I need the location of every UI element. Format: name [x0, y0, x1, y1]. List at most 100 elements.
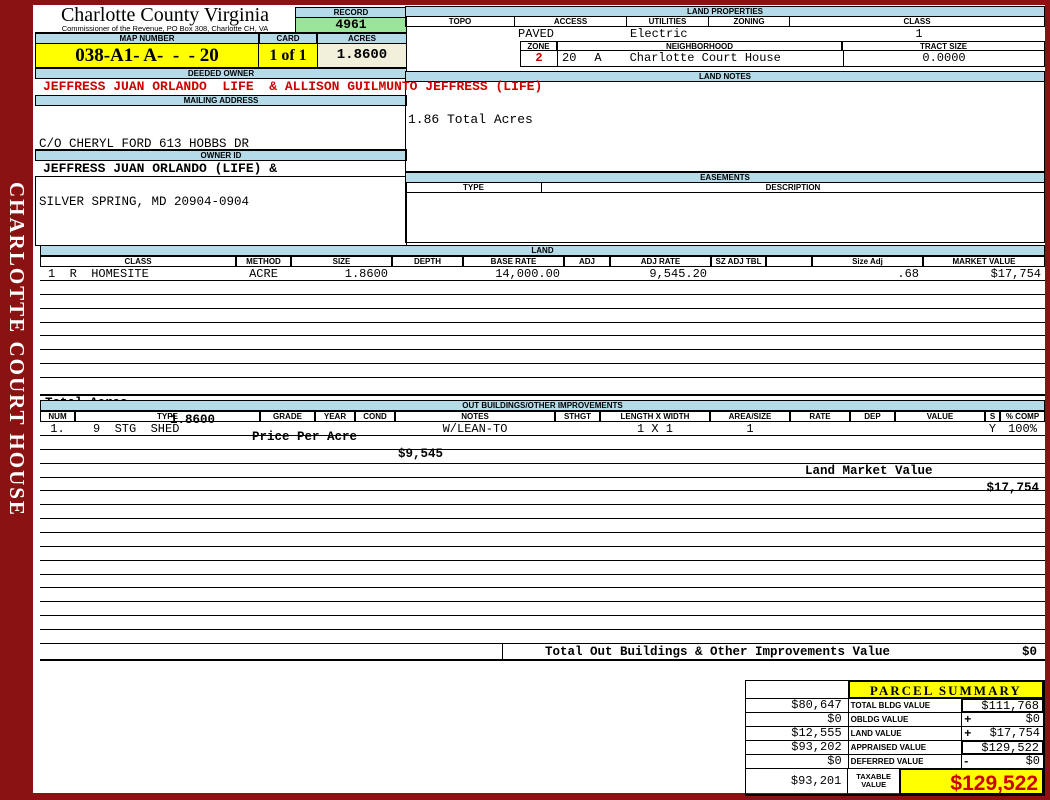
ps-value: $129,522	[961, 740, 1044, 755]
access-header: ACCESS	[515, 17, 627, 27]
ps-label: DEFERRED VALUE	[847, 754, 963, 769]
empty-table-row	[40, 491, 1045, 506]
neighborhood-name: Charlotte Court House	[629, 51, 781, 65]
ob-total-label: Total Out Buildings & Other Improvements…	[545, 645, 891, 659]
empty-table-row	[40, 478, 1045, 492]
land-col-base-rate: BASE RATE	[463, 256, 564, 267]
empty-table-row	[40, 533, 1045, 547]
tract-size-value: 0.0000	[843, 51, 1044, 66]
land-col-depth: DEPTH	[392, 256, 463, 267]
ps-op: +	[964, 726, 972, 740]
land-col-blank	[766, 256, 812, 267]
ps-left-value: $80,647	[745, 698, 849, 713]
ps-num: $0	[1025, 712, 1040, 726]
ps-taxable-label: TAXABLE VALUE	[847, 768, 900, 795]
ps-row-land-value: $12,555 LAND VALUE + $17,754	[745, 726, 1044, 741]
tract-size-label: TRACT SIZE	[842, 41, 1045, 51]
land-cell-size-adj: .68	[897, 267, 919, 280]
identification-panel: Charlotte County Virginia Commissioner o…	[35, 4, 543, 246]
ps-op: +	[964, 712, 972, 726]
easements-title: EASEMENTS	[405, 172, 1045, 183]
land-col-size: SIZE	[291, 256, 392, 267]
empty-table-row	[40, 547, 1045, 561]
land-empty-rows	[40, 281, 1045, 379]
ps-left-value: $0	[745, 754, 849, 769]
empty-table-row	[40, 588, 1045, 603]
ps-label: APPRAISED VALUE	[847, 740, 963, 755]
ps-value: + $17,754	[961, 726, 1044, 741]
ob-total-spacer	[40, 644, 503, 659]
land-cell-method: ACRE	[249, 267, 278, 280]
land-col-adj-rate: ADJ RATE	[610, 256, 711, 267]
empty-table-row	[40, 505, 1045, 520]
class-header: CLASS	[790, 17, 1045, 27]
ob-col-cond: COND	[355, 411, 395, 422]
ob-col-dep: DEP	[850, 411, 895, 422]
map-number-value: 038-A1- A- - - 20	[35, 44, 259, 68]
empty-table-row	[40, 295, 1045, 309]
empty-table-row	[40, 519, 1045, 534]
utilities-header: UTILITIES	[627, 17, 709, 27]
out-buildings-title: OUT BUILDINGS/OTHER IMPROVEMENTS	[40, 400, 1045, 411]
ob-cell-area-size: 1	[746, 422, 754, 435]
land-cell-adj	[564, 267, 610, 280]
ps-row-total-bldg: $80,647 TOTAL BLDG VALUE $111,768	[745, 698, 1044, 713]
topo-header: TOPO	[405, 17, 515, 27]
ps-row-obldg: $0 OBLDG VALUE + $0	[745, 712, 1044, 727]
neighborhood-sub: A	[594, 51, 602, 65]
neighborhood-value: 20 A Charlotte Court House	[558, 51, 843, 66]
land-cell-class: 1 R HOMESITE	[48, 267, 149, 280]
owner-notes-empty-box	[35, 177, 407, 246]
land-properties-title: LAND PROPERTIES	[405, 6, 1045, 17]
ob-col-sthgt: STHGT	[555, 411, 600, 422]
ob-col-s: S	[985, 411, 1000, 422]
land-cell-size: 1.8600	[344, 267, 388, 280]
owner-id-label: OWNER ID	[35, 150, 407, 161]
land-title: LAND	[40, 245, 1045, 256]
empty-table-row	[40, 616, 1045, 631]
mailing-address: C/O CHERYL FORD 613 HOBBS DR SILVER SPRI…	[35, 106, 407, 209]
ob-cell-type: 9 STG SHED	[93, 422, 180, 435]
ps-num: $17,754	[989, 726, 1040, 740]
land-col-method: METHOD	[236, 256, 291, 267]
ob-cell-notes: W/LEAN-TO	[442, 422, 508, 435]
ps-op: -	[964, 754, 969, 768]
ob-cell-year	[315, 422, 355, 435]
land-col-sz-adj-tbl: SZ ADJ TBL	[711, 256, 766, 267]
ps-label: OBLDG VALUE	[847, 712, 963, 727]
land-col-adj: ADJ	[564, 256, 610, 267]
ps-num: $111,768	[981, 699, 1039, 713]
zoning-value	[709, 27, 790, 41]
acres-label: ACRES	[317, 33, 407, 44]
ob-col-value: VALUE	[895, 411, 985, 422]
mailing-address-line1: C/O CHERYL FORD 613 HOBBS DR	[39, 137, 250, 151]
ob-col-num: NUM	[40, 411, 75, 422]
ob-table-row: 1. 9 STG SHED W/LEAN-TO 1 X 1 1 Y 100%	[40, 422, 1045, 436]
access-value: PAVED	[518, 27, 555, 41]
land-cell-blank	[766, 267, 812, 280]
mailing-address-label: MAILING ADDRESS	[35, 95, 407, 106]
ob-col-year: YEAR	[315, 411, 355, 422]
land-cell-base-rate: 14,000.00	[495, 267, 560, 280]
county-title: Charlotte County Virginia	[60, 4, 270, 26]
ps-num: $0	[1025, 754, 1040, 768]
out-buildings-section: OUT BUILDINGS/OTHER IMPROVEMENTS NUM TYP…	[40, 400, 1045, 661]
ps-label: TOTAL BLDG VALUE	[847, 698, 963, 713]
ob-cell-cond	[355, 422, 395, 435]
ps-label: LAND VALUE	[847, 726, 963, 741]
ob-col-notes: NOTES	[395, 411, 555, 422]
ob-col-length-width: LENGTH X WIDTH	[600, 411, 710, 422]
easement-type-header: TYPE	[405, 183, 542, 193]
ob-col-pct-comp: % COMP	[1000, 411, 1045, 422]
ob-empty-rows	[40, 436, 1045, 644]
land-table-row: 1 R HOMESITE ACRE 1.8600 14,000.00 9,545…	[40, 267, 1045, 281]
record-number: 4961	[295, 18, 407, 33]
land-cell-market-value: $17,754	[990, 267, 1041, 280]
ps-value: - $0	[961, 754, 1044, 769]
card-value: 1 of 1	[259, 44, 317, 68]
deeded-owner-value: JEFFRESS JUAN ORLANDO LIFE & ALLISON GUI…	[43, 79, 543, 94]
neighborhood-label: NEIGHBORHOOD	[557, 41, 842, 51]
ob-col-grade: GRADE	[260, 411, 315, 422]
card-label: CARD	[259, 33, 317, 44]
card-content: Charlotte County Virginia Commissioner o…	[33, 4, 1045, 796]
